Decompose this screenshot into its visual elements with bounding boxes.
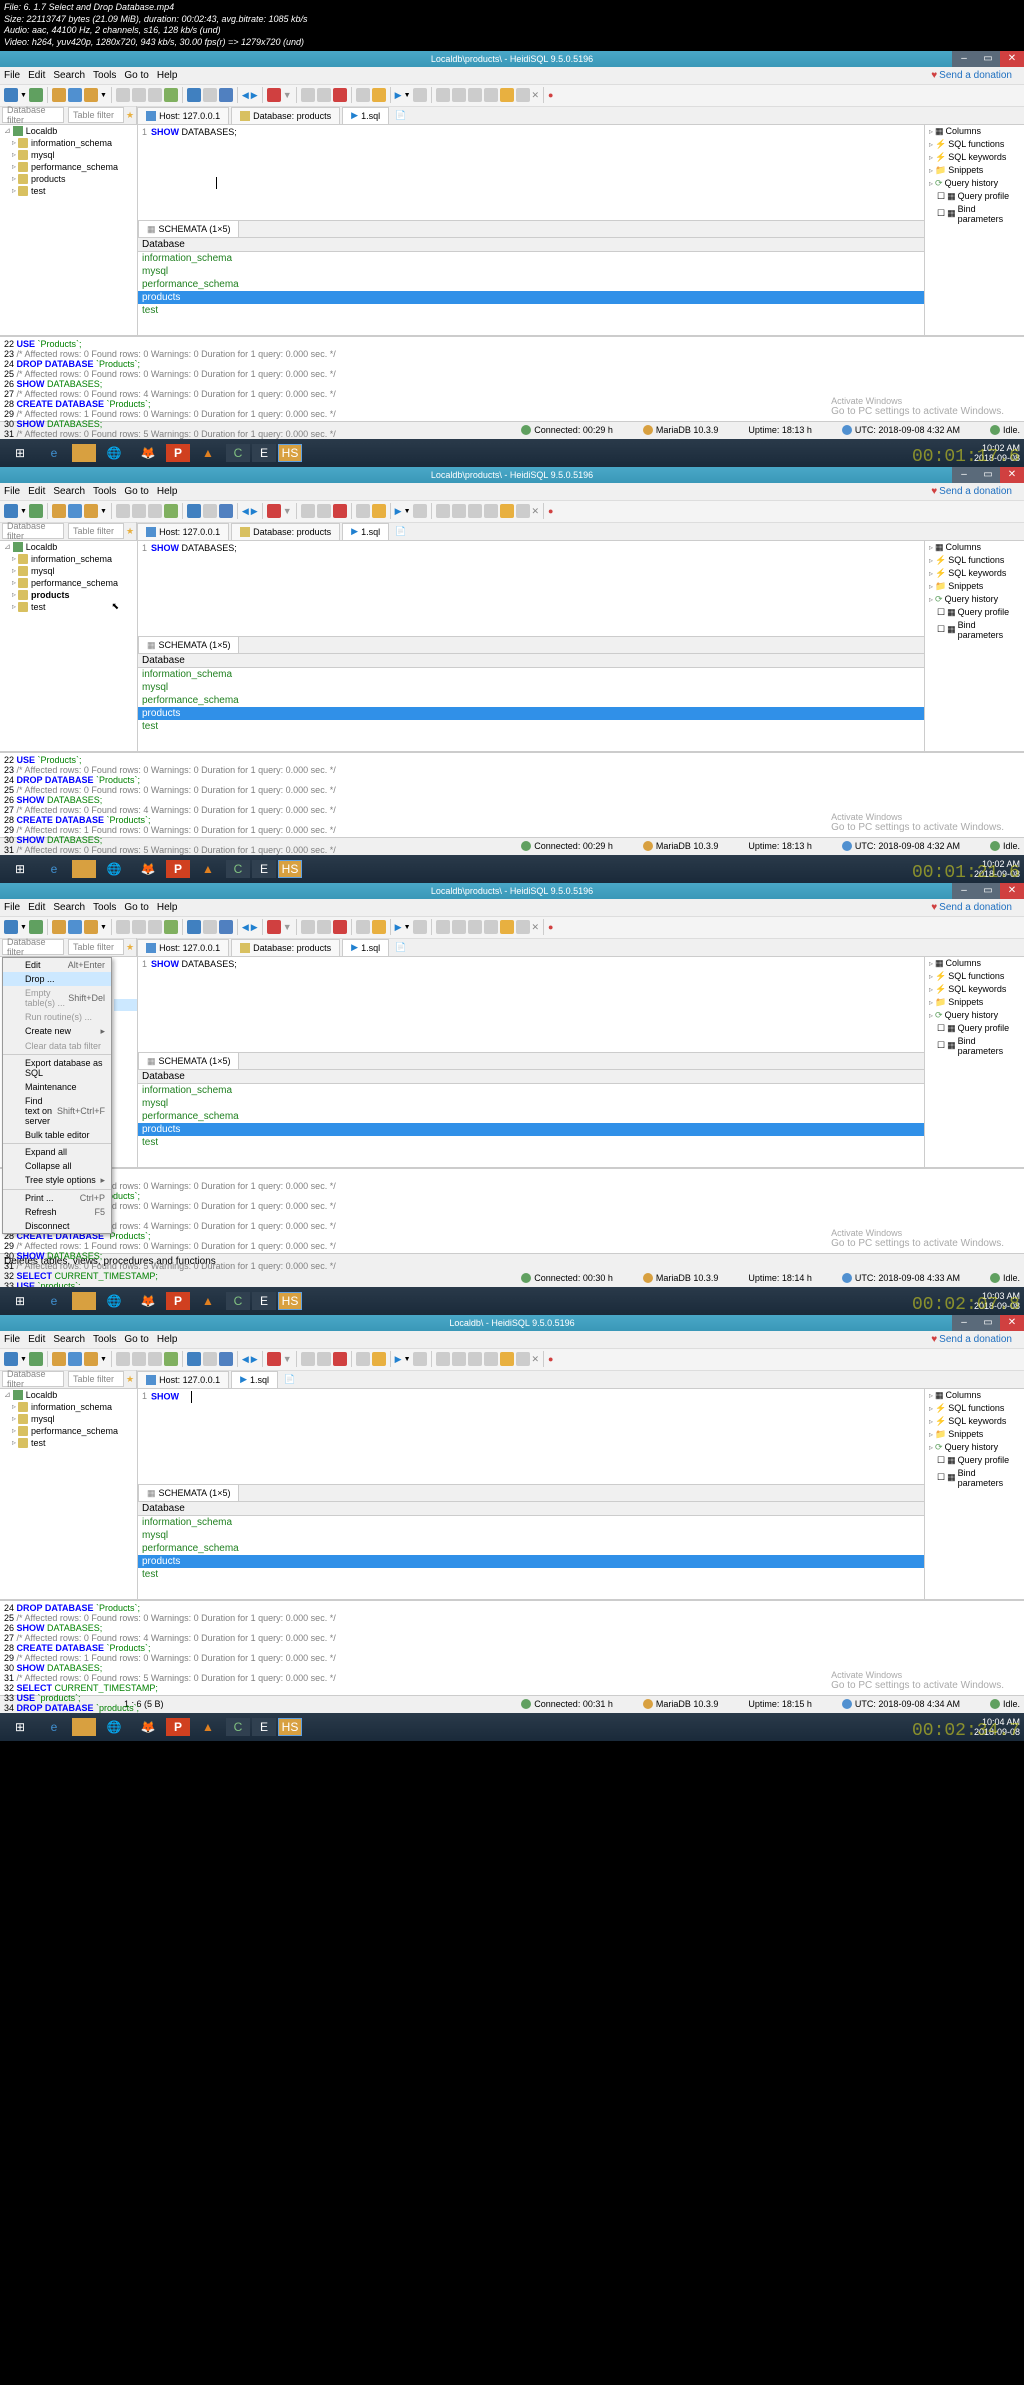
heidi-window-1: Localdb\products\ - HeidiSQL 9.5.0.5196 …: [0, 51, 1024, 439]
favorite-icon[interactable]: ★: [126, 110, 134, 121]
context-menu-item: Run routine(s) ...: [3, 1010, 111, 1024]
context-menu-item[interactable]: Maintenance: [3, 1080, 111, 1094]
taskbar-firefox-icon[interactable]: 🦊: [132, 441, 164, 465]
taskbar-powerpoint-icon[interactable]: P: [166, 444, 190, 462]
heidi-window-3: Localdb\products\ - HeidiSQL 9.5.0.5196–…: [0, 883, 1024, 1287]
file-info-name: File: 6. 1.7 Select and Drop Database.mp…: [4, 2, 1020, 14]
toolbar-icon[interactable]: [468, 88, 482, 102]
result-row[interactable]: information_schema: [138, 252, 924, 265]
tab-host[interactable]: Host: 127.0.0.1: [137, 107, 229, 124]
toolbar-icon[interactable]: [68, 88, 82, 102]
cursor-icon: ⬉: [111, 601, 119, 612]
start-button[interactable]: ⊞: [4, 441, 36, 465]
menu-search[interactable]: Search: [53, 70, 85, 81]
toolbar-icon[interactable]: [29, 88, 43, 102]
toolbar-icon[interactable]: [84, 88, 98, 102]
result-row[interactable]: test: [138, 304, 924, 317]
toolbar-icon[interactable]: [148, 88, 162, 102]
new-tab-icon[interactable]: 📄: [395, 110, 406, 121]
context-menu-item[interactable]: Print ...Ctrl+P: [3, 1191, 111, 1205]
context-menu-item[interactable]: RefreshF5: [3, 1205, 111, 1219]
taskbar-app-icon[interactable]: C: [226, 444, 250, 462]
toolbar-icon[interactable]: [413, 88, 427, 102]
titlebar[interactable]: Localdb\products\ - HeidiSQL 9.5.0.5196 …: [0, 51, 1024, 67]
file-info-audio: Audio: aac, 44100 Hz, 2 channels, s16, 1…: [4, 25, 1020, 37]
toolbar-icon[interactable]: [301, 88, 315, 102]
toolbar-icon[interactable]: [267, 88, 281, 102]
toolbar-icon[interactable]: [187, 88, 201, 102]
toolbar-icon[interactable]: [484, 88, 498, 102]
database-tree[interactable]: ⊿Localdb ▹information_schema ▹mysql ▹per…: [0, 125, 138, 335]
maximize-button[interactable]: ▭: [976, 51, 1000, 67]
taskbar-chrome-icon[interactable]: 🌐: [98, 441, 130, 465]
toolbar-icon[interactable]: [436, 88, 450, 102]
toolbar-icon[interactable]: [4, 88, 18, 102]
context-menu-item[interactable]: Create new▸: [3, 1024, 111, 1039]
toolbar-icon[interactable]: [317, 88, 331, 102]
toolbar-icon[interactable]: [203, 88, 217, 102]
context-menu-item[interactable]: Export database as SQL: [3, 1056, 111, 1080]
context-menu-item[interactable]: Disconnect: [3, 1219, 111, 1233]
close-button[interactable]: ✕: [1000, 51, 1024, 67]
toolbar-icon[interactable]: [52, 88, 66, 102]
window-title: Localdb\products\ - HeidiSQL 9.5.0.5196: [4, 54, 1020, 64]
taskbar-heidisql-icon[interactable]: HS: [278, 444, 302, 462]
toolbar-icon[interactable]: [356, 88, 370, 102]
file-info-video: Video: h264, yuv420p, 1280x720, 943 kb/s…: [4, 37, 1020, 49]
toolbar-icon[interactable]: [372, 88, 386, 102]
donate-link[interactable]: Send a donation: [931, 70, 1012, 81]
toolbar-icon[interactable]: [164, 88, 178, 102]
context-menu-item[interactable]: Collapse all: [3, 1159, 111, 1173]
file-info-size: Size: 22113747 bytes (21.09 MiB), durati…: [4, 14, 1020, 26]
context-menu-item[interactable]: EditAlt+Enter: [3, 958, 111, 972]
sql-log[interactable]: 22 USE `Products`;23 /* Affected rows: 0…: [0, 335, 1024, 421]
result-row[interactable]: mysql: [138, 265, 924, 278]
menubar: File Edit Search Tools Go to Help Send a…: [0, 67, 1024, 85]
context-menu-item[interactable]: Drop ...: [3, 972, 111, 986]
toolbar-icon[interactable]: [333, 88, 347, 102]
result-row[interactable]: performance_schema: [138, 278, 924, 291]
context-menu-item: Clear data tab filter: [3, 1039, 111, 1053]
context-menu-item[interactable]: Tree style options▸: [3, 1173, 111, 1188]
context-menu-item: Empty table(s) ...Shift+Del: [3, 986, 111, 1010]
toolbar-icon[interactable]: [132, 88, 146, 102]
heidi-window-4: Localdb\ - HeidiSQL 9.5.0.5196–▭✕ FileEd…: [0, 1315, 1024, 1713]
menu-help[interactable]: Help: [157, 70, 178, 81]
menu-edit[interactable]: Edit: [28, 70, 45, 81]
toolbar: ▼ ▼ ◀ ▶ ▼ ▶▼ ✕: [0, 85, 1024, 107]
taskbar-folder-icon[interactable]: [72, 444, 96, 462]
taskbar[interactable]: ⊞ e 🌐 🦊 P ▲ C E HS 10:02 AM2018-09-08 00…: [0, 439, 1024, 467]
menu-tools[interactable]: Tools: [93, 70, 116, 81]
taskbar-vlc-icon[interactable]: ▲: [192, 441, 224, 465]
context-menu-item[interactable]: Expand all: [3, 1145, 111, 1159]
sql-editor[interactable]: 1SHOW DATABASES;: [138, 125, 924, 220]
tab-query[interactable]: ▶1.sql: [342, 107, 389, 124]
table-filter[interactable]: Table filter: [68, 107, 124, 123]
taskbar-ie-icon[interactable]: e: [38, 441, 70, 465]
heidi-window-2: Localdb\products\ - HeidiSQL 9.5.0.5196–…: [0, 467, 1024, 855]
context-menu-item[interactable]: Find text on serverShift+Ctrl+F: [3, 1094, 111, 1128]
tab-database[interactable]: Database: products: [231, 107, 340, 124]
context-menu[interactable]: EditAlt+EnterDrop ...Empty table(s) ...S…: [2, 957, 112, 1234]
toolbar-icon[interactable]: [500, 88, 514, 102]
toolbar-icon[interactable]: [219, 88, 233, 102]
results-grid[interactable]: Database information_schema mysql perfor…: [138, 238, 924, 335]
menu-goto[interactable]: Go to: [124, 70, 148, 81]
results-tab[interactable]: SCHEMATA (1×5): [159, 224, 231, 234]
toolbar-icon[interactable]: [452, 88, 466, 102]
taskbar-app-icon[interactable]: E: [252, 444, 276, 462]
result-row[interactable]: products: [138, 291, 924, 304]
menu-file[interactable]: File: [4, 70, 20, 81]
context-menu-item[interactable]: Bulk table editor: [3, 1128, 111, 1142]
database-filter[interactable]: Database filter: [2, 107, 64, 123]
toolbar-icon[interactable]: [116, 88, 130, 102]
minimize-button[interactable]: –: [952, 51, 976, 67]
helper-panel: ▹▦Columns ▹⚡SQL functions ▹⚡SQL keywords…: [924, 125, 1024, 335]
toolbar-icon[interactable]: [516, 88, 530, 102]
